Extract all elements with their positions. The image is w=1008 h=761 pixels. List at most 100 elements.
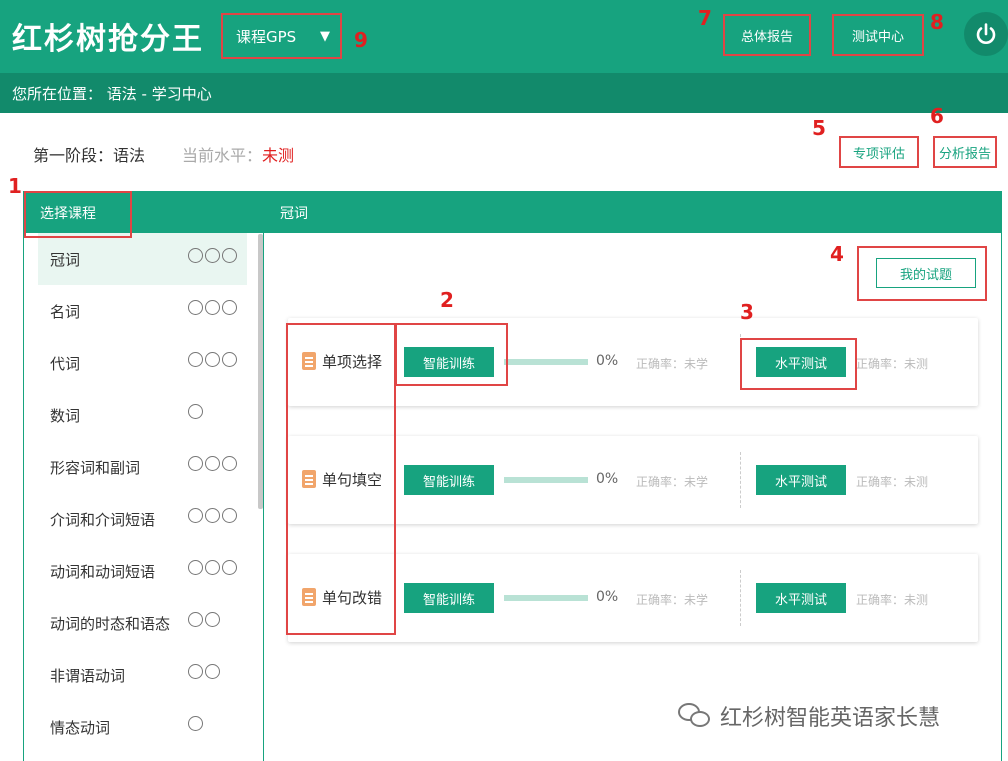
sidebar-item-label: 冠词 [50,250,81,269]
sidebar-item-4[interactable]: 形容词和副词 [24,441,263,493]
wechat-icon [678,703,712,729]
sidebar-item-3[interactable]: 数词 [24,389,263,441]
sidebar-item-1[interactable]: 名词 [24,285,263,337]
annotation-box-6 [933,136,997,168]
sidebar-item-label: 介词和介词短语 [50,510,156,529]
test-accuracy: 正确率：未测 [856,357,929,371]
circle-icon [222,508,237,523]
annotation-box-5 [839,136,919,168]
progress-percent: 0% [596,589,619,605]
progress-circles [188,716,203,731]
progress-circles [188,664,220,679]
sidebar-item-7[interactable]: 动词的时态和语态 [24,597,263,649]
annotation-box-2-titles [286,323,396,635]
sidebar-item-label: 形容词和副词 [50,458,141,477]
sidebar-item-label: 数词 [50,406,81,425]
stage-title: 第一阶段：语法 [33,146,146,165]
annotation-box-2 [395,323,508,386]
annotation-number-6: 6 [930,104,944,128]
watermark: 红杉树智能英语家长慧 [678,700,940,732]
circle-icon [205,508,220,523]
annotation-number-1: 1 [8,174,22,198]
annotation-box-3 [740,338,857,390]
progress-circles [188,248,237,263]
progress-circles [188,300,237,315]
annotation-number-9: 9 [354,28,368,52]
current-level-value: 未测 [262,146,295,165]
test-accuracy: 正确率：未测 [856,475,929,489]
circle-icon [205,248,220,263]
circle-icon [188,404,203,419]
annotation-number-5: 5 [812,116,826,140]
power-icon[interactable] [964,12,1008,56]
circle-icon [205,352,220,367]
current-level-label: 当前水平： [182,146,263,165]
circle-icon [222,560,237,575]
circle-icon [188,456,203,471]
training-progress-bar [504,359,588,365]
circle-icon [205,664,220,679]
app-logo: 红杉树抢分王 [12,22,204,57]
progress-percent: 0% [596,353,619,369]
annotation-number-8: 8 [930,10,944,34]
circle-icon [205,560,220,575]
annotation-box-7 [723,14,811,56]
circle-icon [188,248,203,263]
breadcrumb: 您所在位置： 语法 - 学习中心 [0,73,1008,113]
circle-icon [188,560,203,575]
circle-icon [222,456,237,471]
divider [740,570,741,626]
progress-circles [188,404,203,419]
training-accuracy: 正确率：未学 [636,593,709,607]
sidebar-item-label: 非谓语动词 [50,666,126,685]
sidebar-item-9[interactable]: 情态动词 [24,701,263,753]
sidebar-item-label: 名词 [50,302,81,321]
circle-icon [205,612,220,627]
annotation-number-3: 3 [740,300,754,324]
smart-training-button[interactable]: 智能训练 [404,583,494,613]
current-level: 当前水平：未测 [182,142,294,166]
sidebar-item-0[interactable]: 冠词 [38,233,247,285]
course-sidebar: 选择课程 冠词 名词 代词 数词 形容词和副词 介词和介词短语 动词和动词短语 动词的时态和语… [23,191,264,761]
level-test-button[interactable]: 水平测试 [756,583,846,613]
sidebar-item-8[interactable]: 非谓语动词 [24,649,263,701]
progress-percent: 0% [596,471,619,487]
level-test-button[interactable]: 水平测试 [756,465,846,495]
circle-icon [188,352,203,367]
circle-icon [188,716,203,731]
annotation-number-4: 4 [830,242,844,266]
test-accuracy: 正确率：未测 [856,593,929,607]
sidebar-scrollbar[interactable] [258,234,263,509]
course-list: 冠词名词代词数词形容词和副词 介词和介词短语 动词和动词短语 动词的时态和语态 非谓语动… [24,233,263,753]
main-title: 冠词 [264,192,1001,233]
training-progress-bar [504,477,588,483]
training-progress-bar [504,595,588,601]
progress-circles [188,352,237,367]
annotation-number-2: 2 [440,288,454,312]
progress-circles [188,612,220,627]
sidebar-item-label: 动词和动词短语 [50,562,156,581]
annotation-box-1 [24,191,132,238]
progress-circles [188,508,237,523]
sidebar-item-label: 动词的时态和语态 [50,614,171,633]
annotation-box-4 [857,246,987,301]
training-accuracy: 正确率：未学 [636,475,709,489]
sidebar-item-6[interactable]: 动词和动词短语 [24,545,263,597]
circle-icon [188,664,203,679]
circle-icon [222,352,237,367]
annotation-box-8 [832,14,924,56]
progress-circles [188,560,237,575]
divider [740,452,741,508]
sidebar-item-2[interactable]: 代词 [24,337,263,389]
circle-icon [205,456,220,471]
circle-icon [222,300,237,315]
circle-icon [188,508,203,523]
annotation-box-9 [221,13,342,59]
smart-training-button[interactable]: 智能训练 [404,465,494,495]
circle-icon [222,248,237,263]
circle-icon [188,300,203,315]
circle-icon [188,612,203,627]
sidebar-item-label: 代词 [50,354,81,373]
annotation-number-7: 7 [698,6,712,30]
sidebar-item-5[interactable]: 介词和介词短语 [24,493,263,545]
